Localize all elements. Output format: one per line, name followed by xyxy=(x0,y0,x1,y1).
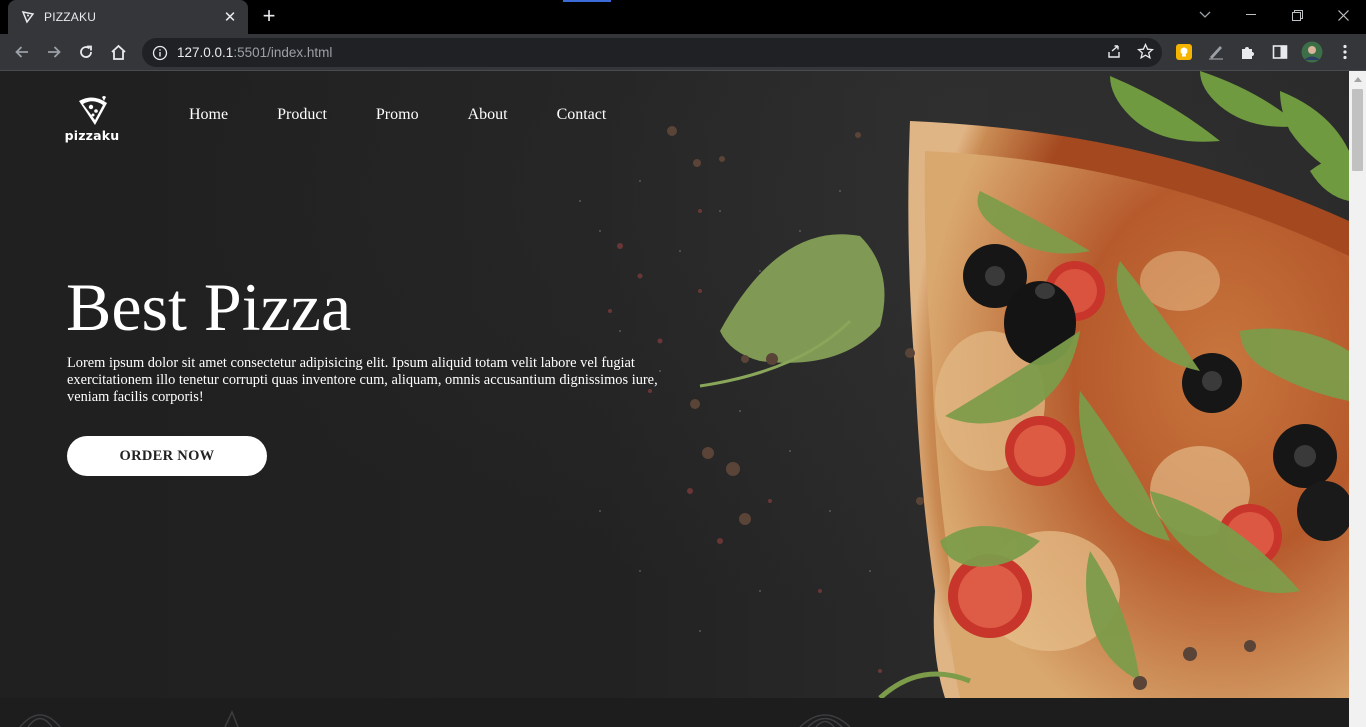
next-section-band xyxy=(0,698,1349,727)
restore-icon[interactable] xyxy=(1274,0,1320,30)
page-viewport: pizzaku Home Product Promo About Contact… xyxy=(0,71,1349,727)
minimize-icon[interactable] xyxy=(1228,0,1274,30)
nav-product[interactable]: Product xyxy=(277,106,327,124)
pizza-logo-icon xyxy=(79,96,107,125)
url-host: 127.0.0.1 xyxy=(177,45,234,60)
nav-home[interactable]: Home xyxy=(189,106,228,124)
browser-tab[interactable]: PIZZAKU ✕ xyxy=(8,0,248,34)
tab-title: PIZZAKU xyxy=(44,10,97,24)
home-icon[interactable] xyxy=(104,38,132,66)
hero-section: pizzaku Home Product Promo About Contact… xyxy=(0,71,1349,698)
star-icon[interactable] xyxy=(1136,42,1155,65)
new-tab-icon[interactable]: + xyxy=(258,5,280,28)
logo-text: pizzaku xyxy=(64,128,120,143)
side-panel-icon[interactable] xyxy=(1270,42,1290,62)
url-text: 127.0.0.1:5501/index.html xyxy=(177,45,332,60)
back-arrow-icon[interactable] xyxy=(8,38,36,66)
nav-contact[interactable]: Contact xyxy=(557,106,607,124)
pen-extension-icon[interactable] xyxy=(1206,42,1226,62)
nav-promo[interactable]: Promo xyxy=(376,106,419,124)
tab-indicator xyxy=(563,0,611,2)
url-path: :5501/index.html xyxy=(233,45,333,60)
page-scrollbar[interactable] xyxy=(1349,71,1366,727)
tab-search-icon[interactable] xyxy=(1182,0,1228,30)
close-tab-icon[interactable]: ✕ xyxy=(220,7,240,27)
reload-icon[interactable] xyxy=(72,38,100,66)
address-bar[interactable]: 127.0.0.1:5501/index.html xyxy=(142,38,1162,67)
browser-toolbar: 127.0.0.1:5501/index.html xyxy=(0,34,1366,71)
nav-about[interactable]: About xyxy=(468,106,508,124)
hero-description: Lorem ipsum dolor sit amet consectetur a… xyxy=(67,355,658,405)
main-nav: Home Product Promo About Contact xyxy=(189,106,655,124)
share-icon[interactable] xyxy=(1106,43,1123,65)
decorative-icons xyxy=(19,710,851,727)
forward-arrow-icon[interactable] xyxy=(40,38,68,66)
hero-title: Best Pizza xyxy=(66,269,352,345)
order-now-button[interactable]: ORDER NOW xyxy=(67,436,267,476)
scroll-thumb[interactable] xyxy=(1352,89,1363,171)
puzzle-icon[interactable] xyxy=(1238,42,1258,62)
close-window-icon[interactable] xyxy=(1320,0,1366,30)
extension-icon[interactable] xyxy=(1174,42,1194,62)
site-logo[interactable]: pizzaku xyxy=(64,95,120,143)
pizza-favicon-icon xyxy=(20,9,36,25)
browser-tab-strip: PIZZAKU ✕ + xyxy=(0,0,1366,34)
scroll-up-arrow-icon[interactable] xyxy=(1349,71,1366,88)
menu-dots-icon[interactable] xyxy=(1335,42,1355,62)
profile-avatar[interactable] xyxy=(1300,40,1324,64)
info-icon[interactable] xyxy=(152,45,168,61)
